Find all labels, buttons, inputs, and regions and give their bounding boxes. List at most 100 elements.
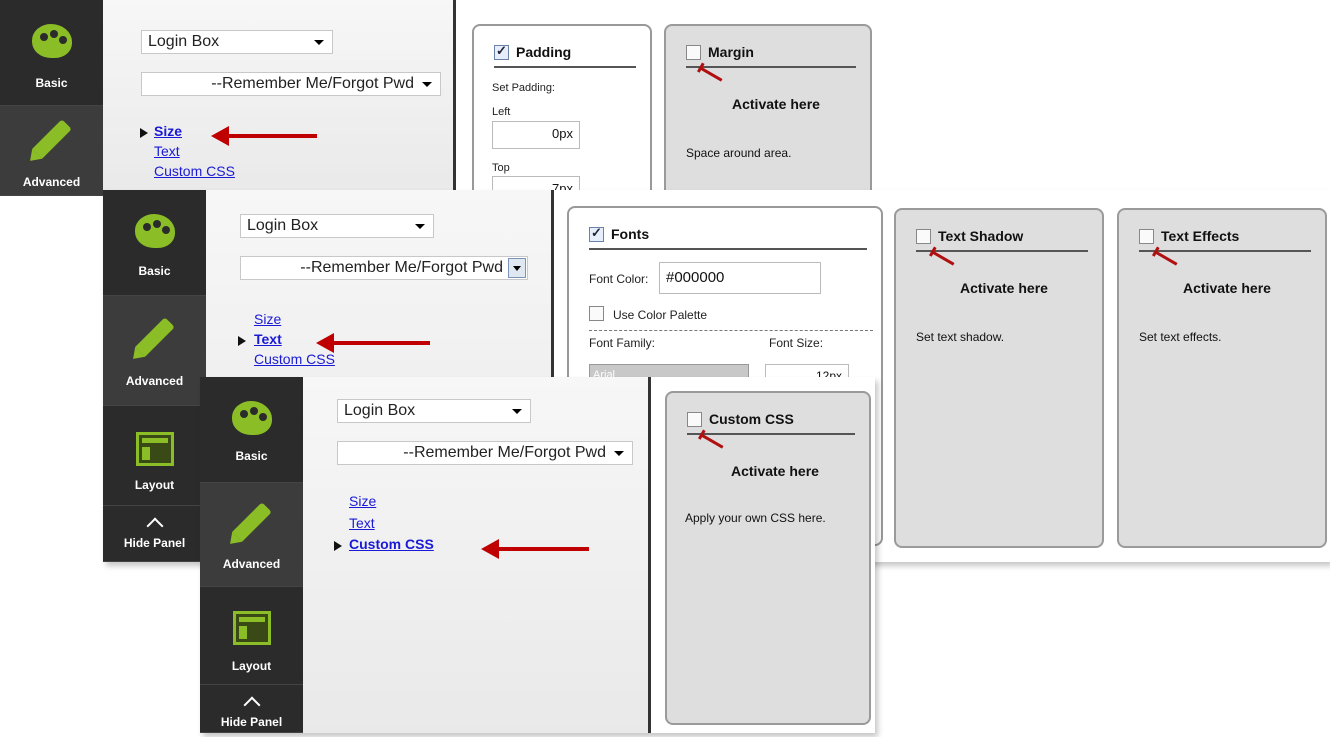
- link-custom-css[interactable]: Custom CSS: [349, 536, 434, 552]
- layout-icon: [232, 611, 271, 645]
- screen-custom-css-panel: Basic Advanced Layout Hide Panel Login B…: [200, 377, 875, 733]
- activate-hint: Activate here: [960, 280, 1048, 296]
- padding-checkbox[interactable]: [494, 43, 509, 60]
- menu-area: Login Box --Remember Me/Forgot Pwd Size …: [103, 0, 453, 196]
- panel-title: Text Shadow: [938, 228, 1024, 244]
- sidebar-item-basic[interactable]: Basic: [0, 0, 103, 106]
- activate-hint: Activate here: [1183, 280, 1271, 296]
- activate-hint: Activate here: [731, 463, 819, 479]
- hide-panel-label: Hide Panel: [123, 536, 186, 550]
- element-select[interactable]: Login Box: [240, 214, 434, 238]
- dropdown-button[interactable]: [508, 258, 526, 278]
- text-shadow-panel: Text Shadow Activate here Set text shado…: [894, 208, 1104, 548]
- margin-checkbox[interactable]: [686, 45, 701, 60]
- panel-header: Text Effects: [1139, 228, 1311, 252]
- panel-header: Padding: [494, 43, 636, 68]
- layout-icon: [135, 432, 174, 466]
- link-text[interactable]: Text: [154, 143, 180, 159]
- palette-icon: [31, 24, 72, 58]
- sidebar-item-label: Layout: [134, 478, 175, 492]
- palette-icon: [134, 214, 175, 248]
- separator: [589, 330, 873, 331]
- pointer-arrow-icon: [700, 66, 730, 88]
- sub-element-select[interactable]: --Remember Me/Forgot Pwd: [337, 441, 633, 465]
- red-arrow-icon: [316, 333, 430, 353]
- sidebar-item-label: Advanced: [125, 374, 184, 388]
- pen-icon: [31, 119, 72, 159]
- fonts-checkbox[interactable]: [589, 225, 604, 242]
- font-color-label: Font Color:: [589, 272, 649, 286]
- pen-icon: [231, 502, 272, 542]
- panel-title: Fonts: [611, 226, 650, 242]
- panel-description: Set text shadow.: [916, 330, 1005, 344]
- sidebar-item-advanced[interactable]: Advanced: [0, 106, 119, 196]
- font-family-label: Font Family:: [589, 336, 656, 350]
- panel-description: Space around area.: [686, 146, 792, 160]
- panel-title: Custom CSS: [709, 411, 794, 427]
- sidebar: Basic Advanced Layout Hide Panel: [103, 190, 222, 562]
- settings-area: Padding Set Padding: Left 0px Top 7px Ma…: [456, 0, 876, 196]
- link-text[interactable]: Text: [349, 515, 375, 531]
- red-arrow-icon: [481, 539, 589, 559]
- hide-panel-button[interactable]: Hide Panel: [103, 506, 206, 562]
- custom-css-panel: Custom CSS Activate here Apply your own …: [665, 391, 871, 725]
- sidebar-item-label: Layout: [231, 659, 272, 673]
- sidebar-item-label: Basic: [138, 264, 171, 278]
- padding-panel: Padding Set Padding: Left 0px Top 7px: [472, 24, 652, 196]
- panel-header: Custom CSS: [687, 411, 855, 435]
- sub-element-select[interactable]: --Remember Me/Forgot Pwd: [240, 256, 528, 280]
- panel-title: Padding: [516, 44, 572, 60]
- pointer-arrow-icon: [932, 250, 962, 272]
- current-indicator-icon: [238, 336, 246, 346]
- element-select[interactable]: Login Box: [337, 399, 531, 423]
- hide-panel-label: Hide Panel: [220, 715, 283, 729]
- panel-description: Set text effects.: [1139, 330, 1222, 344]
- link-custom-css[interactable]: Custom CSS: [154, 163, 235, 179]
- sidebar-item-label: Advanced: [222, 557, 281, 571]
- sub-element-select[interactable]: --Remember Me/Forgot Pwd: [141, 72, 441, 96]
- link-size[interactable]: Size: [349, 493, 376, 509]
- sidebar-item-layout[interactable]: Layout: [103, 406, 206, 506]
- sidebar-item-label: Advanced: [22, 175, 81, 189]
- font-color-input[interactable]: #000000: [659, 262, 821, 294]
- hide-panel-button[interactable]: Hide Panel: [200, 685, 303, 733]
- sidebar-item-label: Basic: [35, 76, 68, 90]
- link-size[interactable]: Size: [154, 123, 182, 139]
- pointer-arrow-icon: [701, 433, 731, 455]
- sidebar-item-advanced[interactable]: Advanced: [103, 296, 222, 406]
- element-select[interactable]: Login Box: [141, 30, 333, 54]
- activate-hint: Activate here: [732, 96, 820, 112]
- pen-icon: [134, 317, 175, 357]
- sidebar-item-label: Basic: [235, 449, 268, 463]
- red-arrow-icon: [211, 126, 317, 146]
- sidebar-item-layout[interactable]: Layout: [200, 587, 303, 685]
- sidebar: Basic Advanced: [0, 0, 119, 196]
- panel-title: Margin: [708, 44, 754, 60]
- sidebar-item-basic[interactable]: Basic: [200, 377, 303, 483]
- panel-description: Apply your own CSS here.: [685, 511, 826, 525]
- current-indicator-icon: [140, 128, 148, 138]
- margin-panel: Margin Activate here Space around area.: [664, 24, 872, 196]
- color-palette-checkbox[interactable]: [589, 306, 604, 321]
- panel-header: Text Shadow: [916, 228, 1088, 252]
- link-custom-css[interactable]: Custom CSS: [254, 351, 335, 367]
- panel-header: Margin: [686, 44, 856, 68]
- top-label: Top: [492, 162, 510, 174]
- link-text[interactable]: Text: [254, 331, 282, 347]
- text-effects-checkbox[interactable]: [1139, 229, 1154, 244]
- set-padding-label: Set Padding:: [492, 82, 555, 94]
- chevron-up-icon: [146, 517, 163, 535]
- left-label: Left: [492, 106, 511, 118]
- padding-left-input[interactable]: 0px: [492, 121, 580, 149]
- panel-title: Text Effects: [1161, 228, 1240, 244]
- link-size[interactable]: Size: [254, 311, 281, 327]
- settings-area: Custom CSS Activate here Apply your own …: [651, 377, 875, 733]
- font-size-label: Font Size:: [769, 336, 824, 350]
- screen-size-panel: Basic Advanced Login Box --Remember Me/F…: [0, 0, 876, 196]
- sidebar-item-basic[interactable]: Basic: [103, 190, 206, 296]
- chevron-up-icon: [243, 696, 260, 714]
- text-shadow-checkbox[interactable]: [916, 229, 931, 244]
- custom-css-checkbox[interactable]: [687, 412, 702, 427]
- sidebar-item-advanced[interactable]: Advanced: [200, 483, 319, 587]
- palette-icon: [231, 401, 272, 435]
